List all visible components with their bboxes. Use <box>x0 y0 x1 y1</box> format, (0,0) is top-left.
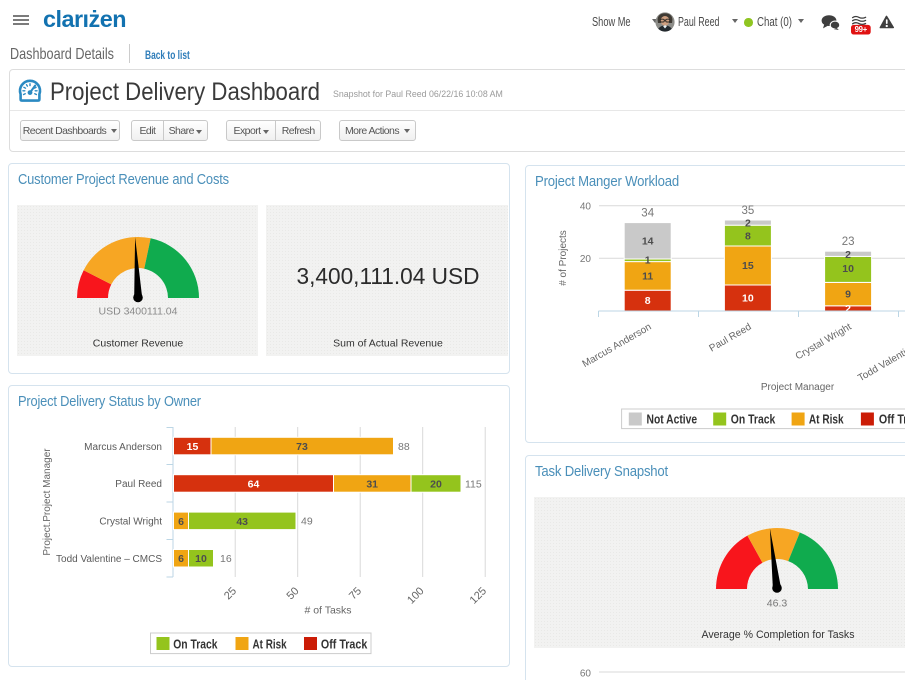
svg-text:Todd Valentine – CMCS: Todd Valentine – CMCS <box>56 554 162 565</box>
svg-text:34: 34 <box>641 208 654 220</box>
svg-text:Crystal Wright: Crystal Wright <box>794 321 854 362</box>
svg-text:Todd Valentine – CMCS: Todd Valentine – CMCS <box>856 321 905 384</box>
svg-text:2: 2 <box>845 303 851 315</box>
svg-text:16: 16 <box>220 553 232 565</box>
svg-text:2: 2 <box>745 218 751 230</box>
svg-text:14: 14 <box>642 236 654 248</box>
svg-text:10: 10 <box>195 553 207 565</box>
svg-text:40: 40 <box>580 201 592 212</box>
svg-text:On Track: On Track <box>731 412 776 426</box>
svg-text:Project Manager: Project Manager <box>761 382 835 393</box>
svg-text:3,400,111.04 USD: 3,400,111.04 USD <box>297 263 480 289</box>
svg-text:USD 3400111.04: USD 3400111.04 <box>98 306 177 318</box>
svg-text:8: 8 <box>645 295 651 307</box>
svg-text:2: 2 <box>845 249 851 261</box>
svg-text:11: 11 <box>642 271 653 283</box>
svg-text:31: 31 <box>366 478 378 490</box>
svg-text:99+: 99+ <box>855 25 868 34</box>
svg-text:Off Track: Off Track <box>879 412 905 426</box>
svg-text:Marcus Anderson: Marcus Anderson <box>581 322 654 370</box>
svg-text:Off Track: Off Track <box>321 637 367 651</box>
svg-text:9: 9 <box>845 289 851 301</box>
svg-text:50: 50 <box>284 585 301 602</box>
svg-text:35: 35 <box>742 205 755 217</box>
svg-text:At Risk: At Risk <box>253 637 287 651</box>
svg-text:125: 125 <box>468 585 489 606</box>
svg-text:Project.Project Manager: Project.Project Manager <box>42 448 53 556</box>
svg-text:73: 73 <box>296 441 308 453</box>
svg-text:46.3: 46.3 <box>767 598 788 610</box>
svg-text:75: 75 <box>347 585 364 602</box>
svg-text:20: 20 <box>430 478 442 490</box>
svg-text:Marcus Anderson: Marcus Anderson <box>84 442 162 453</box>
svg-text:10: 10 <box>842 263 854 275</box>
svg-text:Paul Reed: Paul Reed <box>708 322 754 355</box>
svg-text:Sum of Actual Revenue: Sum of Actual Revenue <box>333 338 443 350</box>
svg-text:# of Projects: # of Projects <box>558 230 569 286</box>
svg-text:15: 15 <box>187 441 199 453</box>
svg-text:10: 10 <box>742 293 754 305</box>
svg-text:Paul Reed: Paul Reed <box>115 479 162 490</box>
svg-text:# of Tasks: # of Tasks <box>304 605 351 617</box>
svg-text:8: 8 <box>745 230 751 242</box>
svg-text:23: 23 <box>842 236 855 248</box>
svg-text:20: 20 <box>580 254 592 265</box>
svg-text:88: 88 <box>398 441 410 453</box>
svg-text:At Risk: At Risk <box>809 412 844 426</box>
svg-text:6: 6 <box>178 553 184 565</box>
svg-text:Crystal Wright: Crystal Wright <box>99 517 162 528</box>
svg-text:43: 43 <box>236 516 248 528</box>
svg-text:Not Active: Not Active <box>647 412 698 426</box>
svg-text:Average % Completion for Tasks: Average % Completion for Tasks <box>702 629 855 641</box>
svg-text:Customer Revenue: Customer Revenue <box>93 338 184 350</box>
svg-text:1: 1 <box>645 254 651 266</box>
svg-text:25: 25 <box>222 585 239 602</box>
svg-text:115: 115 <box>465 478 482 490</box>
svg-text:6: 6 <box>178 516 184 528</box>
svg-text:49: 49 <box>301 516 313 528</box>
svg-text:100: 100 <box>405 585 426 606</box>
svg-text:15: 15 <box>742 260 754 272</box>
svg-text:64: 64 <box>248 478 260 490</box>
svg-text:60: 60 <box>580 669 592 680</box>
svg-text:On Track: On Track <box>173 637 217 651</box>
